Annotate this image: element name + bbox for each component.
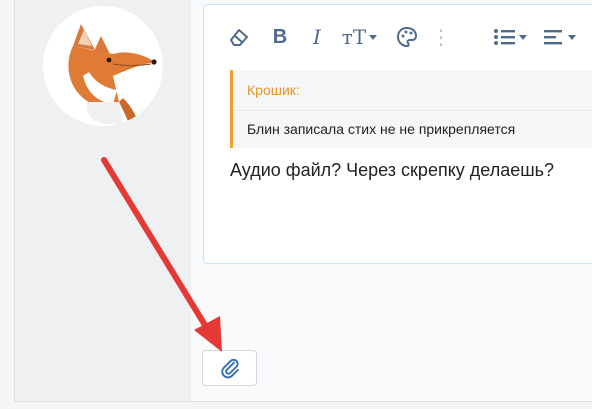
avatar[interactable] bbox=[43, 6, 163, 126]
chevron-down-icon bbox=[369, 35, 378, 40]
chevron-down-icon bbox=[567, 35, 576, 40]
palette-icon[interactable] bbox=[394, 23, 420, 51]
quote-author[interactable]: Крошик: bbox=[247, 82, 300, 98]
attach-file-button[interactable] bbox=[202, 350, 257, 386]
editor-toolbar: B I тT ⋮ bbox=[204, 5, 592, 63]
eraser-icon[interactable] bbox=[226, 23, 252, 51]
message-editor[interactable]: B I тT ⋮ Крошик: Блин записала стих не н bbox=[203, 4, 592, 264]
bold-icon[interactable]: B bbox=[268, 23, 292, 51]
fox-avatar-icon bbox=[68, 24, 157, 124]
font-size-glyph: тT bbox=[341, 25, 367, 49]
paperclip-icon bbox=[220, 358, 239, 379]
align-icon[interactable] bbox=[540, 23, 580, 51]
italic-icon[interactable]: I bbox=[307, 23, 327, 51]
quote-divider bbox=[233, 110, 592, 111]
more-icon[interactable]: ⋮ bbox=[431, 23, 451, 51]
quote-text: Блин записала стих не не прикрепляется bbox=[247, 121, 516, 137]
page: B I тT ⋮ Крошик: Блин записала стих не н bbox=[0, 0, 592, 409]
chevron-down-icon bbox=[518, 35, 527, 40]
font-size-icon[interactable]: тT bbox=[340, 23, 380, 51]
list-icon[interactable] bbox=[490, 23, 530, 51]
message-text[interactable]: Аудио файл? Через скрепку делаешь? bbox=[230, 160, 554, 181]
quote-block: Крошик: Блин записала стих не не прикреп… bbox=[230, 70, 592, 148]
